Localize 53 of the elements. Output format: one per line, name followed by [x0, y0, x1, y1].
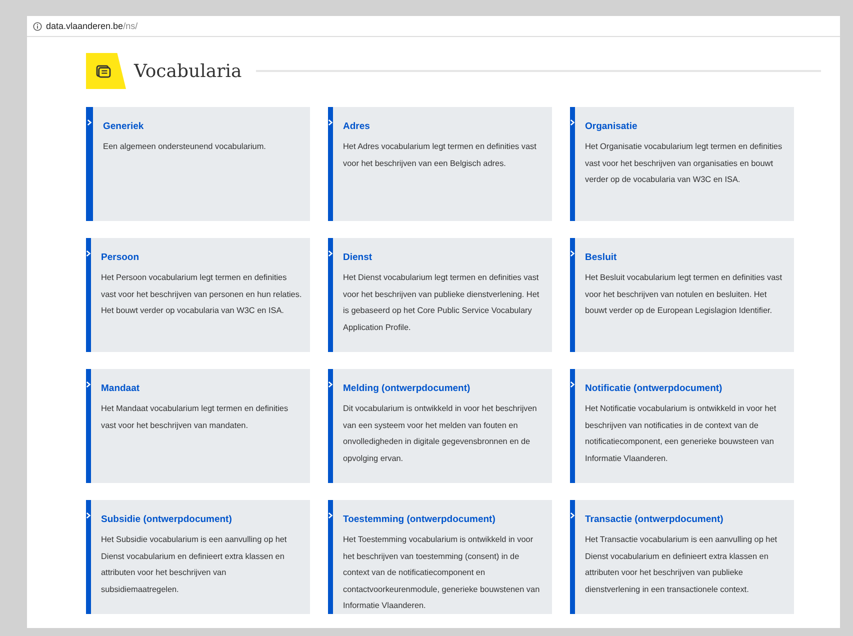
chevron-icon [328, 512, 333, 519]
info-icon [33, 22, 42, 30]
card-description: Het Mandaat vocabularium legt termen en definities vast voor het beschrijven van mandaten. [101, 403, 290, 432]
card-title-link[interactable]: Dienst [343, 252, 372, 263]
url-text: data.vlaanderen.be/ns/ [46, 21, 138, 31]
vocabulary-card[interactable]: Persoon Het Persoon vocabularium legt termen en definities vast voor het beschrijven van personen en hun relaties. Het bouwt verder op vocabularia van W3C en ISA. [86, 238, 310, 352]
chevron-icon [570, 512, 575, 519]
card-description: Het Transactie vocabularium is een aanvulling op het Dienst vocabularium en definieert extra klassen en attributen voor het beschrijven van publieke dienstverlening in een transactionele context. [585, 534, 778, 596]
card-title-link[interactable]: Notificatie (ontwerpdocument) [585, 383, 722, 394]
chevron-icon [87, 119, 92, 126]
card-title-link[interactable]: Melding (ontwerpdocument) [343, 383, 470, 394]
card-description: Het Besluit vocabularium legt termen en definities vast voor het beschrijven van notulen en besluiten. Het bouwt verder op de European Legislagion Identifier. [585, 272, 784, 317]
chevron-icon [86, 512, 91, 519]
card-title-link[interactable]: Subsidie (ontwerpdocument) [101, 514, 232, 525]
card-title-link[interactable]: Toestemming (ontwerpdocument) [343, 514, 496, 525]
card-description: Het Persoon vocabularium legt termen en definities vast voor het beschrijven van personen en hun relaties. Het bouwt verder op vocabularia van W3C en ISA. [101, 272, 302, 317]
chevron-icon [86, 381, 91, 388]
chevron-icon [570, 250, 575, 257]
vocabulary-card[interactable] [570, 500, 794, 614]
card-description: Een algemeen ondersteunend vocabularium. [103, 141, 266, 153]
card-description: Het Dienst vocabularium legt termen en definities vast voor het beschrijven van publieke dienstverlening. Het is gebaseerd op het Core Public Service Vocabulary Application Profile. [343, 272, 540, 334]
chevron-icon [570, 381, 575, 388]
vocabulary-card[interactable]: Melding (ontwerpdocument) Dit vocabularium is ontwikkeld in voor het beschrijven van een systeem voor het melden van fouten en onvolledigheden in digitale gegevensbronnen en de opvolging ervan. [328, 369, 552, 483]
card-title-link[interactable]: Persoon [101, 252, 140, 263]
card-description: Het Organisatie vocabularium legt termen en definities vast voor het beschrijven van organisaties en bouwt verder op de vocabularia van W3C en ISA. [585, 141, 784, 186]
document-icon [96, 64, 111, 78]
card-description: Het Toestemming vocabularium is ontwikkeld in voor het beschrijven van toestemming (consent) in de context van de notificatiecomponent en contactvoorkeurenmodule, generieke bouwstenen van Informatie Vlaanderen. [343, 534, 541, 612]
vocabulary-card[interactable]: Organisatie Het Organisatie vocabularium legt termen en definities vast voor het beschrijven van organisaties en bouwt verder op de vocabularia van W3C en ISA. [570, 107, 794, 221]
card-description: Dit vocabularium is ontwikkeld in voor het beschrijven van een systeem voor het melden van fouten en onvolledigheden in digitale gegevensbronnen en de opvolging ervan. [343, 403, 538, 465]
vocabulary-card[interactable]: Dienst Het Dienst vocabularium legt termen en definities vast voor het beschrijven van publieke dienstverlening. Het is gebaseerd op het Core Public Service Vocabulary Application Profile. [328, 238, 552, 352]
card-title-link[interactable]: Organisatie [585, 121, 638, 132]
address-bar[interactable]: data.vlaanderen.be/ns/ [27, 16, 840, 37]
card-description: Het Subsidie vocabularium is een aanvulling op het Dienst vocabularium en definieert extra klassen en attributen voor het beschrijven van subsidiemaatregelen. [101, 534, 288, 596]
chevron-icon [328, 250, 333, 257]
card-title-link[interactable]: Adres [343, 121, 370, 132]
vocabulary-card[interactable]: Mandaat Het Mandaat vocabularium legt termen en definities vast voor het beschrijven van mandaten. [86, 369, 310, 483]
vocabulary-card[interactable]: Generiek Een algemeen ondersteunend vocabularium. [86, 107, 310, 221]
vocabulary-card[interactable] [328, 500, 552, 614]
card-title-link[interactable]: Mandaat [101, 383, 140, 394]
vocabulary-card[interactable]: Subsidie (ontwerpdocument) Het Subsidie vocabularium is een aanvulling op het Dienst vocabularium en definieert extra klassen en attributen voor het beschrijven van subsidiemaatregelen. [86, 500, 310, 614]
page-title: Vocabularia [134, 60, 242, 82]
card-title-link[interactable]: Besluit [585, 252, 617, 263]
chevron-icon [328, 381, 333, 388]
chevron-icon [570, 119, 575, 126]
chevron-icon [86, 250, 91, 257]
card-description: Het Notificatie vocabularium is ontwikkeld in voor het beschrijven van notificaties in de context van de notificatiecomponent, een generieke bouwsteen van Informatie Vlaanderen. [585, 403, 778, 464]
vocabulary-card[interactable] [570, 369, 794, 483]
vocabulary-card[interactable]: Adres Het Adres vocabularium legt termen en definities vast voor het beschrijven van een Belgisch adres. [328, 107, 552, 221]
card-title-link[interactable]: Generiek [103, 121, 144, 132]
card-title-link[interactable]: Transactie (ontwerpdocument) [585, 514, 724, 525]
vocabulary-card[interactable]: Besluit Het Besluit vocabularium legt termen en definities vast voor het beschrijven van notulen en besluiten. Het bouwt verder op de European Legislagion Identifier. [570, 238, 794, 352]
card-description: Het Adres vocabularium legt termen en definities vast voor het beschrijven van een Belgisch adres. [343, 141, 538, 170]
chevron-icon [328, 119, 333, 126]
